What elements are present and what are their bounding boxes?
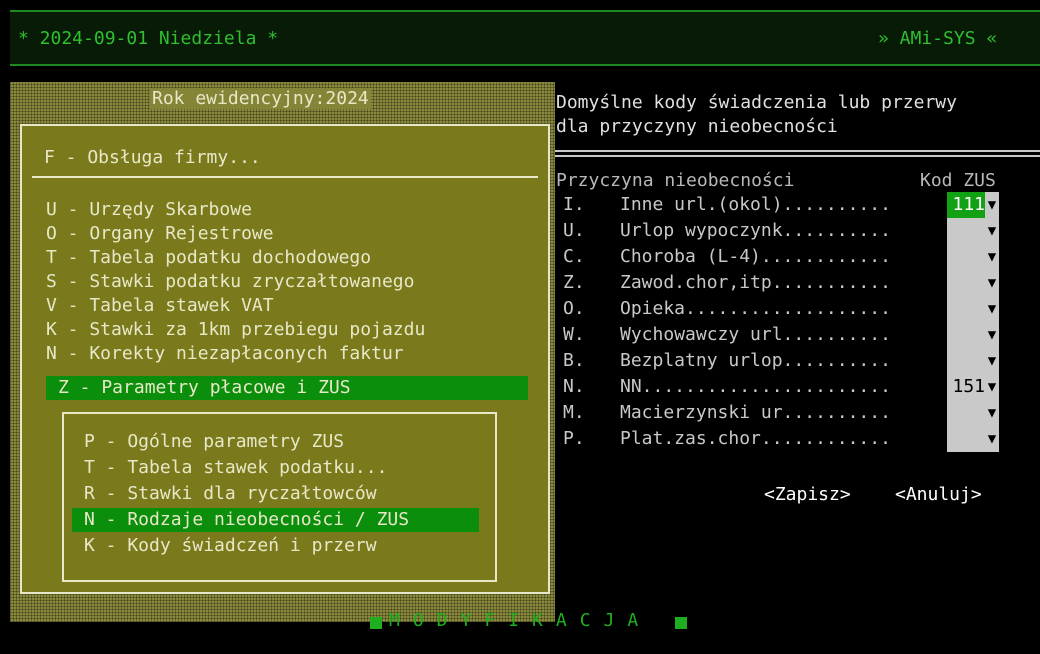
absence-row: B. Bezplatny urlop.......... ▼ bbox=[555, 348, 1025, 374]
zus-code-field[interactable]: 111 bbox=[947, 192, 985, 218]
dropdown-arrow-icon[interactable]: ▼ bbox=[985, 218, 999, 244]
row-key: W. bbox=[563, 324, 585, 345]
menu-item-korekty[interactable]: N - Korekty niezapłaconych faktur bbox=[34, 342, 528, 366]
row-reason: Macierzynski ur.......... bbox=[620, 402, 891, 423]
dialog-description-line1: Domyślne kody świadczenia lub przerwy bbox=[556, 92, 957, 113]
menu-title: F - Obsługa firmy... bbox=[44, 147, 261, 168]
row-key: N. bbox=[563, 376, 585, 397]
row-reason: Plat.zas.chor............ bbox=[620, 428, 891, 449]
cancel-button[interactable]: <Anuluj> bbox=[895, 484, 982, 505]
row-reason: Zawod.chor,itp........... bbox=[620, 272, 891, 293]
row-reason: NN....................... bbox=[620, 376, 891, 397]
menu-item-organy[interactable]: O - Organy Rejestrowe bbox=[34, 222, 528, 246]
zus-code-field[interactable]: 151 bbox=[947, 374, 985, 400]
column-header-reason: Przyczyna nieobecności bbox=[556, 170, 795, 191]
dialog-divider-2 bbox=[555, 155, 1040, 157]
row-reason: Urlop wypoczynk.......... bbox=[620, 220, 891, 241]
zus-code-field[interactable] bbox=[947, 218, 985, 244]
row-key: U. bbox=[563, 220, 585, 241]
row-reason: Wychowawczy url.......... bbox=[620, 324, 891, 345]
row-reason: Inne url.(okol).......... bbox=[620, 194, 891, 215]
submenu-item-ryczaltowcy[interactable]: R - Stawki dla ryczałtowców bbox=[72, 482, 487, 506]
menu-item-km[interactable]: K - Stawki za 1km przebiegu pojazdu bbox=[34, 318, 528, 342]
zus-code-field[interactable] bbox=[947, 270, 985, 296]
dropdown-arrow-icon[interactable]: ▼ bbox=[985, 296, 999, 322]
zus-code-field[interactable] bbox=[947, 348, 985, 374]
absence-row: I. Inne url.(okol).......... 111 ▼ bbox=[555, 192, 1025, 218]
dropdown-arrow-icon[interactable]: ▼ bbox=[985, 192, 999, 218]
zus-submenu: P - Ogólne parametry ZUS T - Tabela staw… bbox=[62, 412, 497, 582]
menu-item-tabela-podatku[interactable]: T - Tabela podatku dochodowego bbox=[34, 246, 528, 270]
row-reason: Bezplatny urlop.......... bbox=[620, 350, 891, 371]
absence-row: W. Wychowawczy url.......... ▼ bbox=[555, 322, 1025, 348]
dropdown-arrow-icon[interactable]: ▼ bbox=[985, 322, 999, 348]
dropdown-arrow-icon[interactable]: ▼ bbox=[985, 348, 999, 374]
absence-row: Z. Zawod.chor,itp........... ▼ bbox=[555, 270, 1025, 296]
row-key: P. bbox=[563, 428, 585, 449]
dropdown-arrow-icon[interactable]: ▼ bbox=[985, 374, 999, 400]
dropdown-arrow-icon[interactable]: ▼ bbox=[985, 426, 999, 452]
row-reason: Choroba (L-4)............ bbox=[620, 246, 891, 267]
dropdown-arrow-icon[interactable]: ▼ bbox=[985, 400, 999, 426]
row-reason: Opieka................... bbox=[620, 298, 891, 319]
column-header-code: Kod ZUS bbox=[920, 170, 996, 191]
absence-row: U. Urlop wypoczynk.......... ▼ bbox=[555, 218, 1025, 244]
submenu-item-rodzaje-nieobecnosci[interactable]: N - Rodzaje nieobecności / ZUS bbox=[72, 508, 479, 532]
save-button[interactable]: <Zapisz> bbox=[764, 484, 851, 505]
submenu-item-ogolne[interactable]: P - Ogólne parametry ZUS bbox=[72, 430, 487, 454]
absence-row: C. Choroba (L-4)............ ▼ bbox=[555, 244, 1025, 270]
zus-code-field[interactable] bbox=[947, 244, 985, 270]
row-key: M. bbox=[563, 402, 585, 423]
absence-row: O. Opieka................... ▼ bbox=[555, 296, 1025, 322]
mode-status: MODYFIKACJA bbox=[389, 610, 652, 631]
dialog-divider bbox=[555, 150, 1040, 152]
menu-item-vat[interactable]: V - Tabela stawek VAT bbox=[34, 294, 528, 318]
status-marker-right-icon bbox=[675, 617, 687, 629]
row-key: O. bbox=[563, 298, 585, 319]
date-title: * 2024-09-01 Niedziela * bbox=[18, 28, 279, 49]
status-marker-left-icon bbox=[370, 617, 382, 629]
menu-item-stawki-zryczalt[interactable]: S - Stawki podatku zryczałtowanego bbox=[34, 270, 528, 294]
row-key: Z. bbox=[563, 272, 585, 293]
absence-row: N. NN....................... 151 ▼ bbox=[555, 374, 1025, 400]
absence-row: P. Plat.zas.chor............ ▼ bbox=[555, 426, 1025, 452]
zus-code-field[interactable] bbox=[947, 400, 985, 426]
zus-code-field[interactable] bbox=[947, 426, 985, 452]
zus-code-field[interactable] bbox=[947, 322, 985, 348]
app-brand: » AMi-SYS « bbox=[878, 28, 998, 49]
absence-row: M. Macierzynski ur.......... ▼ bbox=[555, 400, 1025, 426]
submenu-item-kody-swiadczen[interactable]: K - Kody świadczeń i przerw bbox=[72, 534, 487, 558]
fiscal-year-label: Rok ewidencyjny:2024 bbox=[150, 88, 371, 109]
zus-code-field[interactable] bbox=[947, 296, 985, 322]
menu-item-parametry-zus[interactable]: Z - Parametry płacowe i ZUS bbox=[46, 376, 528, 400]
dropdown-arrow-icon[interactable]: ▼ bbox=[985, 270, 999, 296]
submenu-item-stawki-podatku[interactable]: T - Tabela stawek podatku... bbox=[72, 456, 487, 480]
row-key: B. bbox=[563, 350, 585, 371]
row-key: I. bbox=[563, 194, 585, 215]
row-key: C. bbox=[563, 246, 585, 267]
dialog-description-line2: dla przyczyny nieobecności bbox=[556, 116, 838, 137]
dropdown-arrow-icon[interactable]: ▼ bbox=[985, 244, 999, 270]
menu-item-urzedy[interactable]: U - Urzędy Skarbowe bbox=[34, 198, 528, 222]
